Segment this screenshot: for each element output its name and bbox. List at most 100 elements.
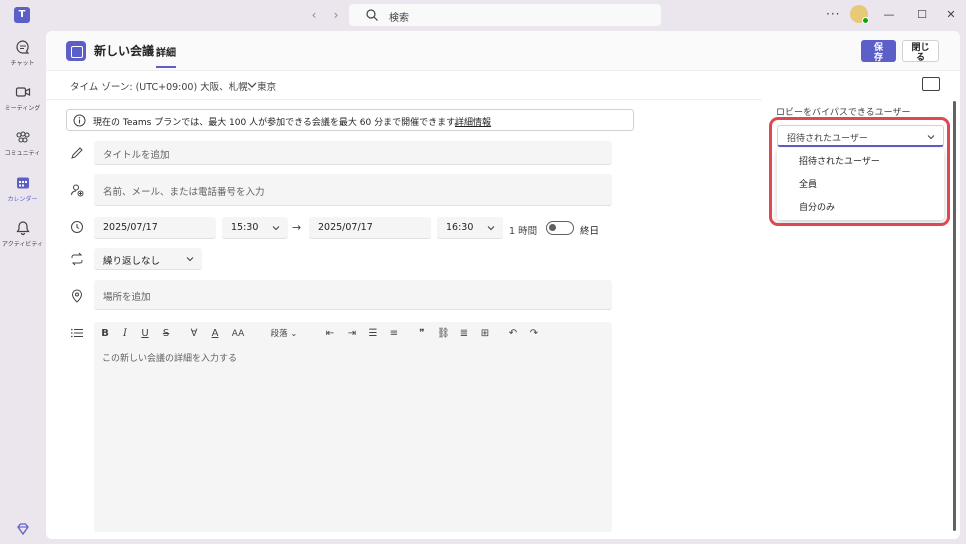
attendees-placeholder: 名前、メール、または電話番号を入力 [103, 187, 265, 198]
duration-text: 1 時間 [509, 226, 538, 237]
attendees-input[interactable]: 名前、メール、または電話番号を入力 [94, 174, 612, 206]
meeting-form-panel: 新しい会議 詳細 保存 閉じる タイム ゾーン: (UTC+09:00) 大阪、… [46, 31, 960, 539]
calendar-badge-icon [66, 41, 86, 61]
rail-label-calendar: カレンダー [7, 196, 38, 203]
presence-status-icon [862, 17, 869, 24]
paragraph-label: 段落 [270, 329, 288, 339]
end-time-select[interactable]: 16:30 [437, 217, 503, 239]
chevron-down-icon [272, 226, 280, 231]
bullet-list-icon[interactable]: ☰ [367, 327, 379, 341]
rail-item-meetings[interactable]: ミーティング [0, 84, 45, 112]
tab-details[interactable]: 詳細 [156, 44, 176, 59]
rail-item-activity[interactable]: アクティビティ [0, 220, 45, 248]
bell-icon [15, 221, 30, 236]
horizontal-rule-icon[interactable]: ≣ [458, 327, 470, 341]
details-placeholder: この新しい会議の詳細を入力する [102, 354, 238, 364]
clock-icon [71, 221, 83, 233]
chevron-down-icon [487, 226, 495, 231]
rail-label-activity: アクティビティ [2, 241, 43, 248]
repeat-icon [71, 252, 83, 266]
location-pin-icon [71, 289, 83, 303]
scrollbar[interactable] [953, 101, 956, 531]
all-day-toggle[interactable] [546, 221, 574, 235]
arrow-right-icon: → [292, 221, 302, 234]
plan-info-banner: 現在の Teams プランでは、最大 100 人が参加できる会議を最大 60 分… [66, 109, 634, 131]
app-rail: チャット ミーティング コミュニティ カレンダー アクティビティ [0, 30, 45, 544]
undo-icon[interactable]: ↶ [507, 327, 519, 341]
video-icon [15, 87, 30, 97]
end-time-value: 16:30 [446, 222, 474, 233]
end-date-value: 2025/07/17 [318, 222, 373, 233]
maximize-button[interactable]: ☐ [912, 6, 932, 24]
search-placeholder: 検索 [389, 13, 409, 24]
rail-item-community[interactable]: コミュニティ [0, 129, 45, 157]
form-header: 新しい会議 詳細 保存 閉じる [46, 31, 960, 71]
title-placeholder: タイトルを追加 [103, 150, 170, 161]
underline-button[interactable]: U [140, 327, 150, 341]
rail-item-premium[interactable] [0, 521, 45, 537]
redo-icon[interactable]: ↷ [528, 327, 540, 341]
italic-button[interactable]: I [120, 327, 130, 341]
rail-item-chat[interactable]: チャット [0, 39, 45, 67]
chevron-down-icon[interactable] [246, 79, 258, 91]
calendar-icon [16, 177, 29, 189]
paragraph-style-select[interactable]: 段落 ⌄ [266, 327, 302, 341]
strikethrough-button[interactable]: S [161, 327, 171, 341]
start-time-value: 15:30 [231, 222, 259, 233]
search-input[interactable]: 検索 [349, 4, 661, 26]
save-label-line2: 存 [873, 51, 883, 62]
font-color-icon[interactable]: A [209, 327, 221, 341]
repeat-select[interactable]: 繰り返しなし [94, 248, 202, 270]
location-placeholder: 場所を追加 [103, 292, 151, 303]
close-label-line1: 閉じ [911, 42, 930, 52]
link-icon[interactable]: ⛓ [437, 327, 450, 341]
rail-item-calendar[interactable]: カレンダー [0, 175, 45, 203]
indent-icon[interactable]: ⇥ [346, 327, 358, 341]
highlight-icon[interactable]: ∀ [188, 327, 200, 341]
font-size-icon[interactable]: AA [231, 327, 245, 341]
page-title: 新しい会議 [94, 44, 155, 58]
table-icon[interactable]: ⊞ [479, 327, 491, 341]
close-window-button[interactable]: ✕ [941, 6, 961, 24]
tab-active-indicator [156, 66, 176, 68]
list-icon [71, 328, 83, 338]
save-button[interactable]: 保存 [861, 40, 896, 62]
rail-label-chat: チャット [10, 60, 35, 67]
community-icon [15, 131, 30, 143]
start-date-picker[interactable]: 2025/07/17 [94, 217, 216, 239]
learn-more-link[interactable]: 詳細情報 [455, 115, 491, 128]
rail-label-meetings: ミーティング [4, 105, 41, 112]
divider [46, 99, 762, 100]
title-input[interactable]: タイトルを追加 [94, 141, 612, 165]
chat-icon [15, 40, 29, 54]
start-date-value: 2025/07/17 [103, 222, 158, 233]
back-arrow-icon[interactable]: ‹ [306, 7, 322, 23]
close-button[interactable]: 閉じる [902, 40, 939, 62]
location-input[interactable]: 場所を追加 [94, 280, 612, 310]
forward-arrow-icon[interactable]: › [328, 7, 344, 23]
title-bar: T ‹ › 検索 ··· — ☐ ✕ [0, 0, 966, 30]
start-time-select[interactable]: 15:30 [222, 217, 288, 239]
numbered-list-icon[interactable]: ≡ [388, 327, 400, 341]
more-options-icon[interactable]: ··· [826, 7, 840, 21]
chevron-down-icon [186, 257, 194, 262]
minimize-button[interactable]: — [879, 6, 899, 24]
details-editor[interactable]: B I U S ∀ A AA 段落 ⌄ ⇤ ⇥ ☰ ≡ ❞ ⛓ ≣ ⊞ ↶ ↷ … [94, 322, 612, 532]
repeat-value: 繰り返しなし [103, 256, 161, 267]
info-icon [73, 114, 86, 127]
panel-toggle-icon[interactable] [922, 77, 940, 91]
annotation-highlight-box [769, 117, 950, 226]
rail-label-community: コミュニティ [4, 150, 41, 157]
bold-button[interactable]: B [100, 327, 110, 341]
save-label-line1: 保 [873, 41, 883, 52]
pencil-icon [71, 147, 83, 159]
teams-logo-icon: T [14, 7, 30, 23]
toggle-knob [549, 224, 556, 231]
add-person-icon [71, 184, 84, 197]
close-label-line2: る [915, 52, 925, 62]
end-date-picker[interactable]: 2025/07/17 [309, 217, 431, 239]
quote-icon[interactable]: ❞ [416, 327, 428, 341]
banner-text: 現在の Teams プランでは、最大 100 人が参加できる会議を最大 60 分… [93, 118, 464, 128]
outdent-icon[interactable]: ⇤ [324, 327, 336, 341]
diamond-icon [16, 523, 29, 536]
